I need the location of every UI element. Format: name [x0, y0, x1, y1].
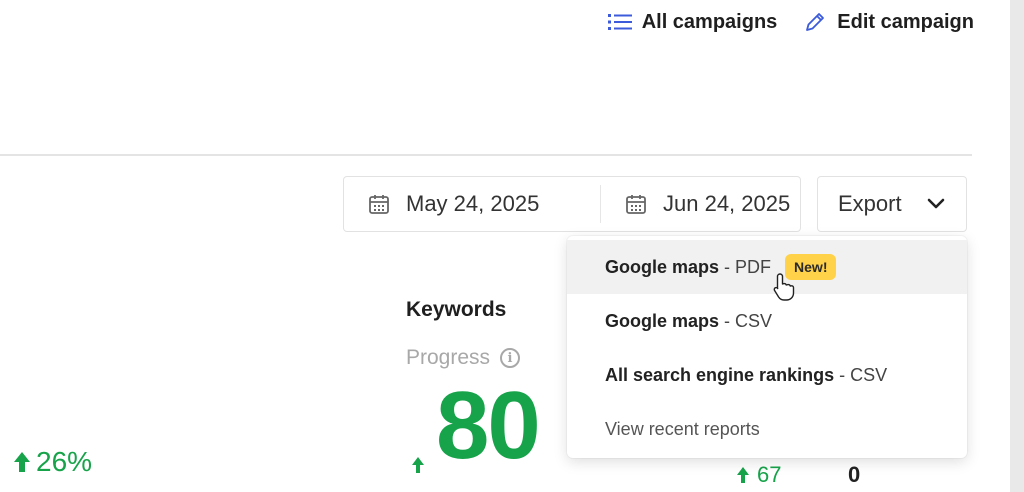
start-date-text: May 24, 2025 [406, 191, 540, 216]
top-navigation: All campaigns Edit campaign [607, 10, 974, 34]
calendar-icon [369, 195, 389, 214]
left-change-stat: 26% [12, 446, 92, 478]
export-google-maps-pdf[interactable]: Google maps - PDF New! [567, 240, 967, 294]
export-all-search-engine-rankings-csv[interactable]: All search engine rankings - CSV [567, 348, 967, 402]
start-date-field[interactable]: May 24, 2025 [344, 185, 601, 223]
hand-pointer-cursor-icon [773, 273, 795, 301]
bottom-stat-value: 0 [848, 462, 861, 487]
list-icon [607, 14, 632, 30]
keywords-progress-value: 80 [436, 372, 541, 479]
info-icon[interactable]: i [500, 348, 521, 368]
menu-item-format: - CSV [724, 310, 773, 331]
calendar-icon [626, 195, 646, 214]
view-recent-reports[interactable]: View recent reports [567, 402, 967, 456]
menu-item-format: - PDF [724, 256, 772, 277]
pencil-icon [806, 13, 825, 31]
keywords-title: Keywords [406, 298, 507, 321]
arrow-up-icon [14, 452, 30, 472]
bottom-change-value: 67 [757, 462, 782, 487]
menu-item-format: - CSV [839, 364, 888, 385]
export-button[interactable]: Export [817, 176, 967, 232]
chevron-down-icon [927, 198, 945, 209]
progress-label: Progress [406, 346, 491, 369]
menu-item-name: All search engine rankings [605, 364, 835, 385]
edit-campaign-label: Edit campaign [837, 10, 974, 33]
export-label: Export [838, 191, 902, 216]
export-dropdown-menu: Google maps - PDF New! Google maps - CSV… [567, 236, 967, 458]
menu-item-name: Google maps [605, 256, 720, 277]
export-google-maps-csv[interactable]: Google maps - CSV [567, 294, 967, 348]
window-edge [1010, 0, 1024, 492]
menu-item-name: Google maps [605, 310, 720, 331]
keywords-progress-label: Progress i [406, 346, 521, 370]
edit-campaign-link[interactable]: Edit campaign [803, 10, 974, 34]
bottom-change-stat: 67 [735, 462, 781, 488]
all-campaigns-link[interactable]: All campaigns [607, 10, 778, 34]
all-campaigns-label: All campaigns [641, 10, 778, 33]
arrow-up-icon [737, 467, 749, 483]
end-date-text: Jun 24, 2025 [663, 191, 791, 216]
date-range-picker[interactable]: May 24, 2025 Jun 24, 2025 [343, 176, 801, 232]
left-change-value: 26% [36, 446, 93, 477]
section-divider [0, 154, 972, 156]
arrow-up-icon [412, 457, 424, 473]
end-date-field[interactable]: Jun 24, 2025 [601, 191, 790, 217]
menu-item-label: View recent reports [605, 418, 760, 439]
